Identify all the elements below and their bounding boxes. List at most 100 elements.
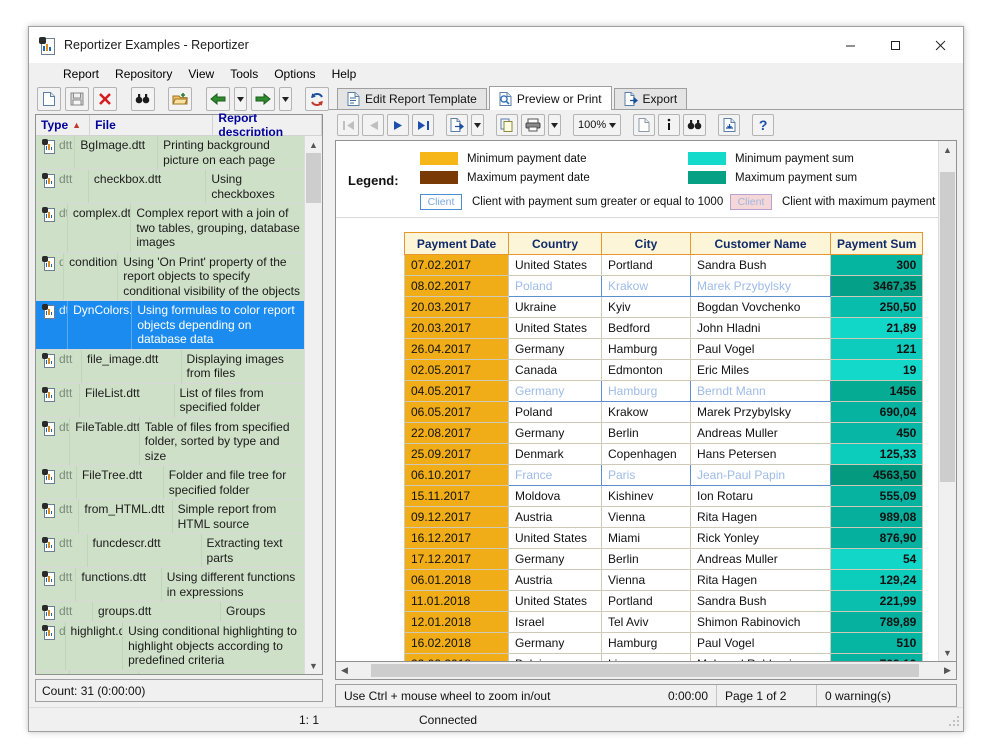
back-dropdown-icon[interactable]	[233, 87, 247, 111]
menu-report[interactable]: Report	[63, 67, 99, 81]
cell-payment-date: 06.10.2017	[404, 464, 509, 486]
print-icon[interactable]	[521, 114, 545, 136]
table-row[interactable]: dtt file_image.dtt Displaying images from …	[36, 349, 304, 384]
file-row-description: Groups	[220, 602, 304, 621]
file-row-type-label: dtt	[59, 536, 73, 550]
table-row[interactable]: dtt from_HTML.dtt Simple report from HTML …	[36, 500, 304, 534]
preview-hscroll-track[interactable]	[353, 663, 939, 678]
previous-page-icon[interactable]	[362, 114, 384, 136]
table-row[interactable]: dttconditional_visibility.dttUsing 'On P…	[36, 252, 304, 301]
table-row[interactable]: dtt checkbox.dtt Using checkboxes	[36, 170, 304, 204]
th-city: City	[601, 232, 691, 255]
minimize-button[interactable]	[828, 27, 873, 63]
column-header-description[interactable]: Report description	[213, 111, 322, 139]
preview-scroll-track[interactable]	[939, 158, 956, 644]
preview-icon	[499, 91, 512, 106]
maximize-button[interactable]	[873, 27, 918, 63]
file-list-scroll-thumb[interactable]	[306, 153, 321, 203]
legend-item-client-threshold: Client Client with payment sum greater o…	[420, 193, 730, 210]
menu-options[interactable]: Options	[274, 67, 315, 81]
forward-arrow-icon[interactable]	[250, 87, 275, 111]
delete-icon[interactable]	[93, 87, 117, 111]
report-file-icon	[42, 469, 55, 484]
tab-preview-or-print[interactable]: Preview or Print	[488, 86, 612, 110]
report-preview[interactable]: Legend: Minimum payment date Minimum pay…	[336, 141, 938, 661]
cell-payment-date: 16.02.2018	[404, 632, 509, 654]
menu-tools[interactable]: Tools	[230, 67, 258, 81]
save-icon[interactable]	[65, 87, 89, 111]
open-folder-icon[interactable]	[168, 87, 192, 111]
preview-scroll-thumb[interactable]	[940, 172, 955, 482]
resize-grip[interactable]	[946, 713, 960, 727]
file-row-type-label: dtt	[59, 604, 73, 618]
table-row[interactable]: dtt funcdescr.dtt Extracting text parts	[36, 534, 304, 568]
repository-file-list[interactable]: Type ▲ File Report description dtt BgImag…	[35, 111, 323, 675]
preview-scroll-left-icon[interactable]: ◀	[336, 663, 353, 678]
back-arrow-icon[interactable]	[205, 87, 230, 111]
find-icon[interactable]	[130, 87, 155, 111]
file-list-scrollbar[interactable]: ▲ ▼	[304, 136, 322, 674]
column-header-type[interactable]: Type ▲	[36, 115, 91, 135]
preview-toolbar-separator-2	[487, 114, 493, 136]
cell-country: United States	[508, 317, 602, 339]
preview-scroll-up-icon[interactable]: ▲	[939, 141, 956, 158]
menu-repository[interactable]: Repository	[115, 67, 172, 81]
page-icon[interactable]	[633, 114, 656, 136]
preview-horizontal-scrollbar[interactable]: ◀ ▶	[335, 662, 957, 680]
menu-view[interactable]: View	[188, 67, 214, 81]
legend-row-1: Minimum payment date Minimum payment sum	[420, 149, 938, 168]
preview-scroll-right-icon[interactable]: ▶	[939, 663, 956, 678]
toolbar-separator-4	[296, 88, 302, 110]
preview-scrollbar[interactable]: ▲ ▼	[938, 141, 956, 661]
preview-toolbar-separator-1	[437, 114, 443, 136]
cell-payment-date: 16.12.2017	[404, 527, 509, 549]
next-page-icon[interactable]	[387, 114, 409, 136]
repository-toolbar	[29, 84, 329, 114]
copy-icon[interactable]	[496, 114, 518, 136]
help-icon[interactable]: ?	[752, 114, 775, 136]
table-row[interactable]: dtt FileList.dtt List of files from specif…	[36, 383, 304, 418]
scroll-down-icon[interactable]: ▼	[305, 657, 322, 674]
first-page-icon[interactable]	[337, 114, 359, 136]
legend-label-client-threshold: Client with payment sum greater or equal…	[472, 195, 724, 208]
cell-payment-date: 12.01.2018	[404, 611, 509, 633]
tab-export[interactable]: Export	[613, 88, 688, 109]
find-icon[interactable]	[683, 114, 707, 136]
zoom-level-dropdown[interactable]: 100%	[573, 114, 622, 136]
cell-country: Germany	[508, 422, 602, 444]
last-page-icon[interactable]	[412, 114, 434, 136]
preview-status-bar: Use Ctrl + mouse wheel to zoom in/out 0:…	[335, 684, 957, 707]
scroll-up-icon[interactable]: ▲	[305, 136, 322, 153]
print-dropdown-icon[interactable]	[548, 114, 561, 136]
file-list-scroll-track[interactable]	[305, 153, 322, 657]
new-icon[interactable]	[37, 87, 61, 111]
window-controls	[828, 27, 963, 63]
table-row[interactable]: dtt groups.dtt Groups	[36, 602, 304, 622]
cell-payment-sum: 19	[829, 359, 924, 381]
tab-edit-report-template[interactable]: Edit Report Template	[337, 88, 487, 109]
cell-payment-date: 25.09.2017	[404, 443, 509, 465]
preview-hscroll-thumb[interactable]	[371, 664, 919, 677]
table-row[interactable]: dtt FileTree.dtt Folder and file tree for …	[36, 466, 304, 500]
table-row[interactable]: dtt functions.dtt Using different function…	[36, 568, 304, 602]
payment-row: 12.01.2018 Israel Tel Aviv Shimon Rabinovic…	[404, 611, 924, 633]
preview-scroll-down-icon[interactable]: ▼	[939, 644, 956, 661]
window-body: Type ▲ File Report description dtt BgImag…	[29, 84, 963, 707]
page-properties-icon[interactable]	[718, 114, 741, 136]
table-row[interactable]: dttDynColors.dttUsing formulas to color …	[36, 301, 304, 350]
column-header-file[interactable]: File	[90, 115, 214, 135]
table-row[interactable]: dtthighlight.dttUsing conditional highli…	[36, 622, 304, 671]
table-row[interactable]: dtt BgImage.dtt Printing background pictur…	[36, 136, 304, 170]
export-page-icon[interactable]	[446, 114, 468, 136]
table-row[interactable]: dtthighlight2.dttUsing conditional highl…	[36, 670, 304, 674]
export-dropdown-icon[interactable]	[471, 114, 484, 136]
menu-help[interactable]: Help	[332, 67, 357, 81]
info-icon[interactable]	[658, 114, 681, 136]
cell-country: Ukraine	[508, 296, 602, 318]
close-button[interactable]	[918, 27, 963, 63]
table-row[interactable]: dttcomplex.dttComplex report with a join…	[36, 204, 304, 253]
forward-dropdown-icon[interactable]	[278, 87, 292, 111]
refresh-icon[interactable]	[305, 87, 329, 111]
table-row[interactable]: dttFileTable.dttTable of files from spec…	[36, 417, 304, 466]
tab-preview-or-print-label: Preview or Print	[516, 91, 602, 106]
